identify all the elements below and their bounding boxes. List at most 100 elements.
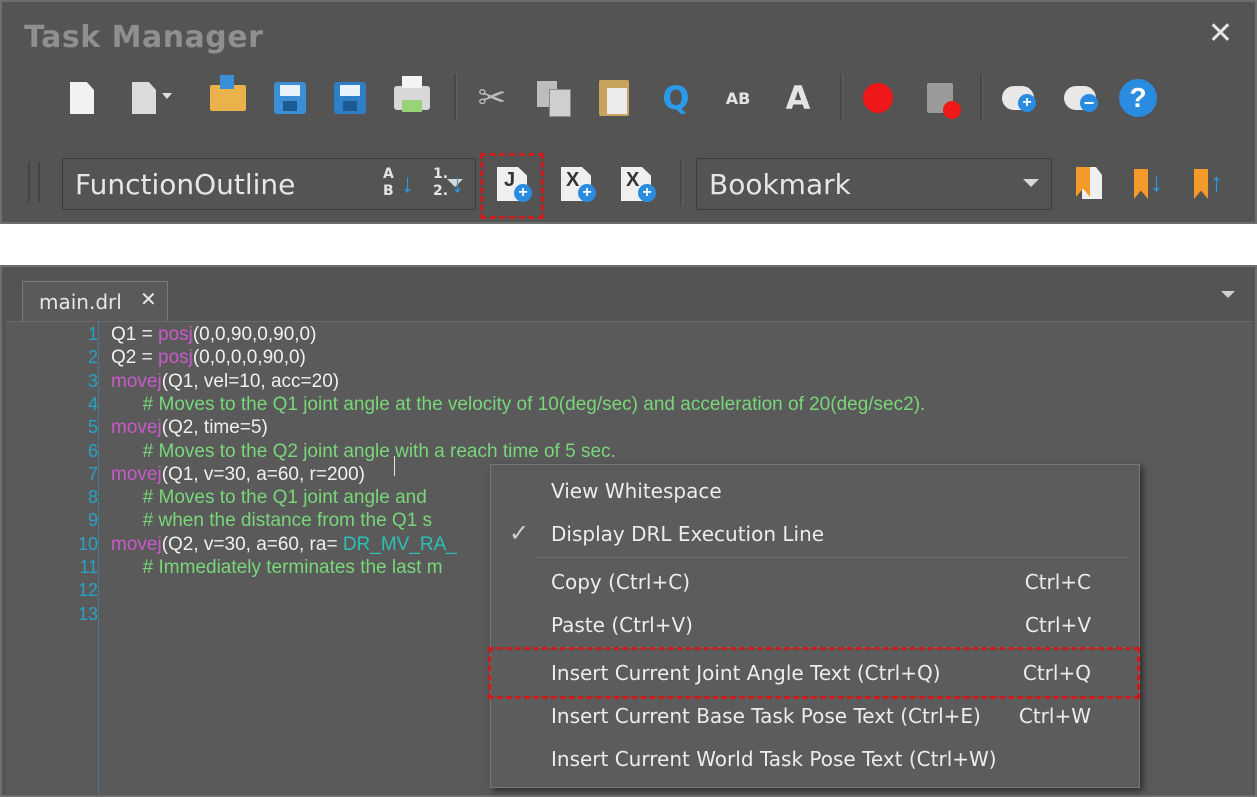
code-line: # Moves to the Q2 joint angle with a rea… — [111, 441, 616, 463]
code-text: (0,0,90,0,90,0) — [192, 324, 317, 345]
code-constant: DR_MV_RA_ — [342, 533, 457, 555]
line-number: 1 — [87, 324, 98, 344]
insert-world-pose-icon[interactable]: X + — [616, 164, 656, 204]
code-text: (0,0,0,0,90,0) — [192, 347, 306, 369]
code-line: # Moves to the Q1 joint angle and — [111, 487, 427, 509]
bookmark-dropdown[interactable]: Bookmark — [696, 158, 1052, 210]
code-comment: # Moves to the Q2 joint angle with a rea… — [111, 440, 616, 462]
sort-alpha-icon[interactable]: A B ↓ — [378, 164, 418, 204]
line-number: 3 — [87, 370, 98, 391]
line-number: 11 — [79, 557, 98, 577]
menu-item-label: Insert Current Base Task Pose Text (Ctrl… — [551, 704, 981, 728]
check-icon: ✓ — [509, 519, 530, 547]
chevron-down-icon[interactable] — [1221, 291, 1235, 298]
text-cursor — [394, 456, 395, 476]
new-file-icon[interactable] — [62, 78, 102, 118]
bookmark-next-icon[interactable]: ↓ — [1130, 164, 1170, 204]
save-icon[interactable] — [270, 78, 310, 118]
bookmark-previous-icon[interactable]: ↑ — [1190, 164, 1230, 204]
help-icon[interactable]: ? — [1118, 78, 1158, 118]
close-icon[interactable]: ✕ — [1208, 16, 1233, 51]
code-keyword: movej — [111, 533, 162, 555]
bookmark-add-icon[interactable] — [1068, 164, 1108, 204]
menu-item-label: Insert Current World Task Pose Text (Ctr… — [551, 747, 997, 771]
menu-item-label: View Whitespace — [551, 479, 722, 503]
replace-icon[interactable]: AB — [718, 78, 758, 118]
line-number: 12 — [77, 580, 98, 601]
line-number: 10 — [77, 533, 98, 554]
record-icon[interactable] — [858, 78, 898, 118]
remove-comment-icon[interactable]: − — [1060, 78, 1100, 118]
chevron-down-icon — [162, 93, 172, 99]
code-line: Q1 = posj(0,0,90,0,90,0) — [111, 324, 316, 346]
chevron-down-icon — [1023, 179, 1039, 187]
toolbar-grip[interactable] — [28, 162, 40, 202]
code-text: (Q2, time=5) — [161, 417, 268, 439]
line-number: 7 — [87, 463, 98, 484]
code-line: movej(Q2, time=5) — [111, 417, 268, 439]
toolbar-separator — [680, 160, 683, 206]
code-line: Q2 = posj(0,0,0,0,90,0) — [111, 347, 306, 369]
cut-icon[interactable]: ✂ — [472, 78, 512, 118]
find-icon[interactable]: Q — [656, 78, 696, 118]
code-line: # when the distance from the Q1 s — [111, 510, 432, 532]
menu-item[interactable]: Insert Current World Task Pose Text (Ctr… — [491, 738, 1139, 778]
bookmark-value: Bookmark — [709, 167, 851, 201]
save-as-icon[interactable] — [330, 78, 370, 118]
copy-icon[interactable] — [534, 78, 574, 118]
menu-item[interactable]: Copy (Ctrl+C) Ctrl+C — [491, 561, 1139, 601]
code-text: (Q1, vel=10, acc=20) — [161, 370, 340, 392]
menu-item[interactable]: Insert Current Base Task Pose Text (Ctrl… — [491, 695, 1139, 735]
menu-item-shortcut: Ctrl+V — [1024, 613, 1091, 637]
font-size-icon[interactable]: A — [778, 78, 818, 118]
line-number: 13 — [77, 603, 98, 624]
code-comment: # Moves to the Q1 joint angle and — [111, 487, 427, 509]
open-folder-icon[interactable] — [208, 75, 248, 118]
code-line: movej(Q1, vel=10, acc=20) — [111, 371, 339, 393]
task-manager-panel: Task Manager ✕ ✂ Q AB A + − ? FunctionOu… — [0, 0, 1257, 224]
paste-icon[interactable] — [594, 78, 634, 118]
sort-numeric-icon[interactable]: 1. 2. ↓ — [428, 164, 468, 204]
menu-item-shortcut: Ctrl+W — [1018, 704, 1091, 728]
menu-separator — [535, 557, 1129, 558]
toolbar-separator — [454, 74, 457, 120]
code-keyword: posj — [158, 347, 193, 369]
menu-item[interactable]: ✓ Display DRL Execution Line — [491, 513, 1139, 553]
add-comment-icon[interactable]: + — [998, 78, 1038, 118]
line-number: 6 — [87, 440, 98, 461]
code-line: movej(Q1, v=30, a=60, r=200) — [111, 464, 365, 486]
code-comment: # when the distance from the Q1 s — [111, 510, 433, 532]
line-number: 8 — [87, 487, 98, 508]
code-keyword: movej — [111, 417, 162, 439]
insert-base-pose-icon[interactable]: X + — [556, 164, 596, 204]
code-text: (Q2, v=30, a=60, ra= — [161, 533, 343, 555]
close-icon[interactable]: ✕ — [140, 287, 157, 311]
menu-item[interactable]: Paste (Ctrl+V) Ctrl+V — [491, 604, 1139, 644]
line-number: 9 — [87, 510, 98, 531]
highlight-box — [480, 153, 544, 219]
gutter-divider — [98, 322, 99, 794]
line-number: 5 — [87, 417, 98, 438]
code-text: Q1 = — [111, 324, 158, 345]
menu-item-label: Copy (Ctrl+C) — [551, 570, 691, 594]
toolbar-separator — [840, 74, 843, 120]
code-text: (Q1, v=30, a=60, r=200) — [161, 463, 366, 485]
code-keyword: movej — [111, 463, 162, 485]
menu-item[interactable]: View Whitespace — [491, 470, 1139, 510]
delete-breakpoint-icon[interactable] — [920, 78, 961, 119]
code-keyword: posj — [158, 324, 193, 345]
highlight-box — [488, 647, 1140, 699]
menu-item-label: Paste (Ctrl+V) — [551, 613, 693, 637]
line-number: 2 — [87, 347, 98, 368]
toolbar-separator — [980, 74, 983, 120]
code-line: # Immediately terminates the last m — [111, 557, 443, 579]
context-menu: View Whitespace ✓ Display DRL Execution Li… — [490, 464, 1140, 788]
open-recent-icon[interactable] — [124, 78, 172, 118]
code-line: # Moves to the Q1 joint angle at the vel… — [111, 393, 926, 416]
print-icon[interactable] — [392, 76, 432, 118]
tab-label: main.drl — [39, 289, 122, 314]
panel-title: Task Manager — [24, 20, 264, 55]
code-comment: # Moves to the Q1 joint angle at the vel… — [111, 393, 926, 415]
code-keyword: movej — [111, 370, 162, 392]
function-outline-value: FunctionOutline — [75, 167, 296, 201]
